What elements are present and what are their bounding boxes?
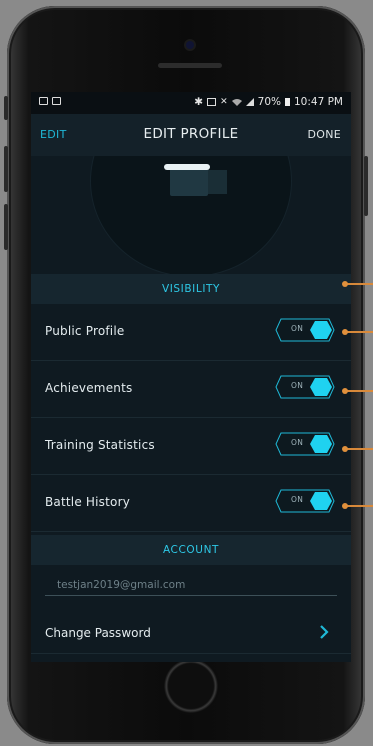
status-bar: ✱ ✕ 70% 10:47 PM bbox=[31, 92, 351, 114]
mute-switch bbox=[4, 96, 8, 120]
battery-level: 70% bbox=[257, 96, 281, 108]
achievements-toggle[interactable]: ON bbox=[275, 375, 335, 399]
nfc-icon bbox=[207, 98, 217, 106]
toggle-row-achievements: Achievements ON bbox=[31, 361, 351, 418]
row-label: Achievements bbox=[45, 381, 133, 395]
signal-icon bbox=[245, 98, 254, 106]
toggle-row-public-profile: Public Profile ON bbox=[31, 304, 351, 361]
callout-marker bbox=[342, 503, 373, 509]
callout-marker bbox=[342, 329, 373, 335]
toggle-track bbox=[275, 432, 335, 456]
avatar-area bbox=[31, 156, 351, 274]
callout-marker bbox=[342, 281, 373, 287]
battle-history-toggle[interactable]: ON bbox=[275, 489, 335, 513]
toggle-state: ON bbox=[291, 495, 304, 504]
app-screen: ✱ ✕ 70% 10:47 PM EDIT EDIT PROFILE DONE … bbox=[31, 92, 351, 662]
toggle-state: ON bbox=[291, 324, 304, 333]
callout-dot bbox=[342, 388, 348, 394]
toggle-track bbox=[275, 318, 335, 342]
clock: 10:47 PM bbox=[294, 96, 343, 108]
section-heading-account: ACCOUNT bbox=[31, 535, 351, 565]
email-field[interactable] bbox=[45, 574, 337, 596]
callout-marker bbox=[342, 446, 373, 452]
training-statistics-toggle[interactable]: ON bbox=[275, 432, 335, 456]
row-label: Battle History bbox=[45, 495, 131, 509]
chevron-right-icon bbox=[320, 625, 329, 639]
toggle-state: ON bbox=[291, 438, 304, 447]
home-button[interactable] bbox=[162, 657, 220, 715]
power-button bbox=[364, 156, 368, 216]
volume-up-button bbox=[4, 146, 8, 192]
callout-dot bbox=[342, 446, 348, 452]
battery-icon bbox=[285, 98, 290, 106]
toggle-track bbox=[275, 489, 335, 513]
avatar-shape bbox=[205, 170, 227, 194]
earpiece-speaker bbox=[158, 63, 222, 68]
change-password-row[interactable]: Change Password bbox=[31, 612, 351, 654]
row-label: Training Statistics bbox=[45, 438, 155, 452]
toggle-row-training-statistics: Training Statistics ON bbox=[31, 418, 351, 475]
page-title: EDIT PROFILE bbox=[143, 126, 239, 142]
notification-icon bbox=[52, 97, 61, 105]
mute-icon: ✕ bbox=[220, 97, 228, 107]
bluetooth-icon: ✱ bbox=[194, 96, 204, 108]
wifi-icon bbox=[231, 99, 242, 106]
callout-dot bbox=[342, 329, 348, 335]
email-row bbox=[31, 568, 351, 608]
volume-down-button bbox=[4, 204, 8, 250]
done-button[interactable]: DONE bbox=[307, 128, 341, 141]
change-password-label: Change Password bbox=[45, 626, 151, 640]
front-camera bbox=[186, 41, 194, 49]
public-profile-toggle[interactable]: ON bbox=[275, 318, 335, 342]
callout-marker bbox=[342, 388, 373, 394]
section-heading-visibility: VISIBILITY bbox=[31, 274, 351, 304]
image-icon bbox=[39, 97, 48, 105]
callout-dot bbox=[342, 503, 348, 509]
toggle-row-battle-history: Battle History ON bbox=[31, 475, 351, 532]
avatar-highlight bbox=[164, 164, 210, 170]
toggle-state: ON bbox=[291, 381, 304, 390]
avatar-shape bbox=[170, 168, 208, 196]
callout-dot bbox=[342, 281, 348, 287]
row-label: Public Profile bbox=[45, 324, 125, 338]
toggle-track bbox=[275, 375, 335, 399]
nav-bar: EDIT EDIT PROFILE DONE bbox=[31, 114, 351, 156]
